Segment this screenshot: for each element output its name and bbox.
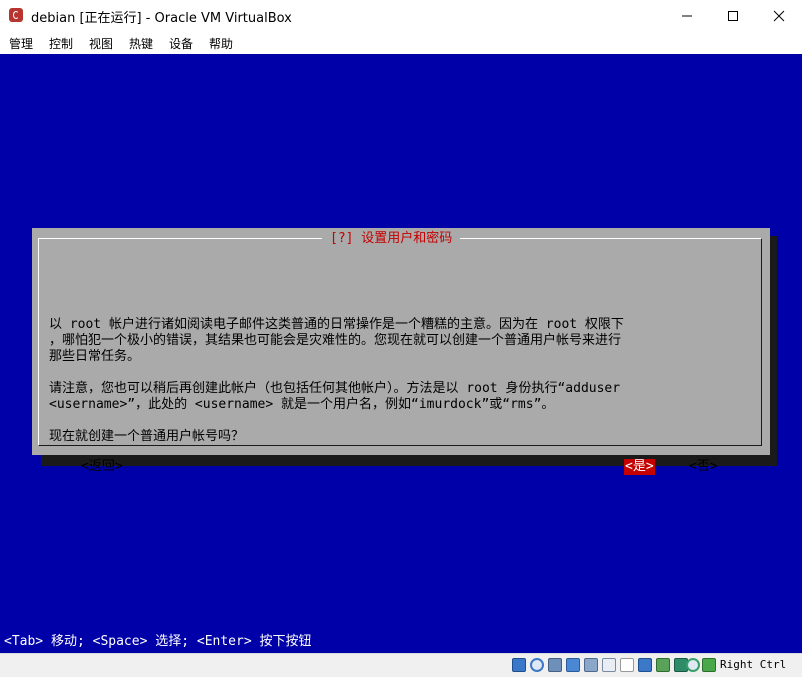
keyboard-hint: <Tab> 移动; <Space> 选择; <Enter> 按下按钮 [4,634,312,649]
debian-app-icon [9,8,23,22]
dialog-text-line: ，哪怕犯一个极小的错误，其结果也可能会是灾难性的。您现在就可以创建一个普通用户帐… [49,333,622,348]
network-icon[interactable] [566,658,580,672]
display-icon[interactable] [620,658,634,672]
menu-manage[interactable]: 管理 [9,35,33,52]
green-screen-icon[interactable] [656,658,670,672]
menu-devices[interactable]: 设备 [169,35,193,52]
dialog-text-line: 以 root 帐户进行诸如阅读电子邮件这类普通的日常操作是一个糟糕的主意。因为在… [49,317,624,332]
setup-dialog: [?] 设置用户和密码 以 root 帐户进行诸如阅读电子邮件这类普通的日常操作… [32,228,770,475]
title-bar: debian [正在运行] - Oracle VM VirtualBox [0,0,802,31]
minimize-icon [682,15,692,17]
maximize-icon [728,11,738,21]
menu-view[interactable]: 视图 [89,35,113,52]
menu-help[interactable]: 帮助 [209,35,233,52]
down-arrow-icon[interactable] [702,658,716,672]
menu-bar: 管理 控制 视图 热键 设备 帮助 [0,31,802,54]
usb-icon[interactable] [584,658,598,672]
dialog-text-line: <username>”，此处的 <username> 就是一个用户名，例如“im… [49,397,555,412]
vm-screen[interactable]: [?] 设置用户和密码 以 root 帐户进行诸如阅读电子邮件这类普通的日常操作… [0,54,802,653]
no-button[interactable]: <否> [689,459,718,475]
dialog-title: [?] 设置用户和密码 [322,231,461,247]
back-button[interactable]: <返回> [81,459,123,475]
yes-button[interactable]: <是> [624,459,655,475]
optical-drive-icon[interactable] [530,658,544,672]
mouse-integration-icon[interactable] [686,658,700,672]
close-button[interactable] [756,0,802,31]
hard-disk-icon[interactable] [512,658,526,672]
window-title: debian [正在运行] - Oracle VM VirtualBox [31,11,292,26]
video-capture-icon[interactable] [638,658,652,672]
minimize-button[interactable] [664,0,710,31]
shared-folder-icon[interactable] [602,658,616,672]
menu-hotkeys[interactable]: 热键 [129,35,153,52]
menu-control[interactable]: 控制 [49,35,73,52]
host-key-label: Right Ctrl [720,658,787,671]
close-icon [773,10,785,22]
maximize-button[interactable] [710,0,756,31]
dialog-question: 现在就创建一个普通用户帐号吗？ [49,429,245,444]
dialog-text-line: 那些日常任务。 [49,349,141,364]
dialog-text-line: 请注意，您也可以稍后再创建此帐户（也包括任何其他帐户）。方法是以 root 身份… [49,381,621,396]
audio-icon[interactable] [548,658,562,672]
status-bar: Right Ctrl [0,653,802,677]
